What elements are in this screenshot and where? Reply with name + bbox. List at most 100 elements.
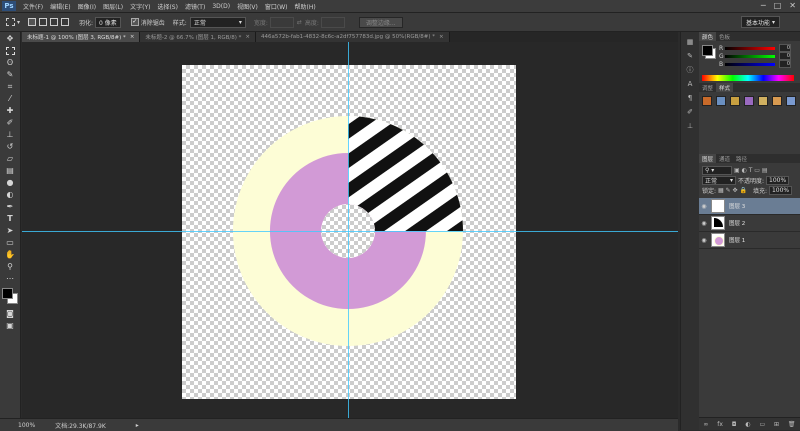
- layer-name[interactable]: 图层 3: [729, 202, 745, 210]
- adjustment-layer-icon[interactable]: ◐: [745, 421, 750, 428]
- group-icon[interactable]: ▭: [759, 421, 765, 428]
- horizontal-guide[interactable]: [22, 231, 678, 232]
- tab-channels[interactable]: 通道: [716, 154, 733, 163]
- opacity-input[interactable]: 100%: [766, 175, 790, 185]
- filter-icons[interactable]: ▣ ◐ T ▭ ▤: [734, 167, 768, 174]
- quick-select-icon[interactable]: ✎: [3, 69, 17, 80]
- path-select-icon[interactable]: ➤: [3, 225, 17, 236]
- tab-swatches[interactable]: 色板: [716, 32, 733, 41]
- add-selection-icon[interactable]: [39, 18, 48, 26]
- new-selection-icon[interactable]: [28, 18, 37, 26]
- g-slider[interactable]: [725, 54, 775, 58]
- close-icon[interactable]: ×: [439, 34, 444, 40]
- mask-icon[interactable]: ◘: [732, 421, 737, 428]
- tab-color[interactable]: 颜色: [699, 32, 717, 41]
- tab-styles[interactable]: 样式: [716, 83, 734, 92]
- eyedropper-icon[interactable]: ⁄: [3, 93, 17, 104]
- g-value[interactable]: 0: [779, 52, 791, 60]
- close-button[interactable]: ✕: [789, 1, 796, 10]
- subtract-selection-icon[interactable]: [50, 18, 59, 26]
- layer-filter-select[interactable]: ⚲ ▾: [702, 165, 732, 175]
- tab-document-3[interactable]: 446a572b-fab1-4832-8c6c-a2df757783d.jpg …: [255, 32, 450, 42]
- eye-icon[interactable]: ◉: [699, 237, 709, 244]
- minimize-button[interactable]: ─: [761, 1, 766, 10]
- width-input[interactable]: [269, 16, 294, 28]
- style-select[interactable]: 正常 ▾: [189, 16, 246, 28]
- foreground-background-colors[interactable]: [2, 288, 18, 304]
- menu-type[interactable]: 文字(Y): [130, 2, 150, 11]
- layer-row[interactable]: ◉ 图层 3: [699, 198, 800, 215]
- history-panel-icon[interactable]: ▦: [685, 38, 695, 46]
- menu-filter[interactable]: 滤镜(T): [185, 2, 205, 11]
- menu-window[interactable]: 窗口(W): [265, 2, 288, 11]
- new-layer-icon[interactable]: ⊞: [774, 421, 779, 428]
- menu-view[interactable]: 视图(V): [237, 2, 258, 11]
- fill-input[interactable]: 100%: [768, 185, 793, 195]
- screen-mode-icon[interactable]: ▣: [3, 320, 17, 331]
- move-icon[interactable]: ✥: [3, 33, 17, 44]
- style-swatch[interactable]: [729, 96, 740, 106]
- character-panel-icon[interactable]: A: [685, 80, 695, 88]
- tab-layers[interactable]: 图层: [699, 154, 717, 163]
- tab-document-1[interactable]: 未标题-1 @ 100% (图层 3, RGB/8#) * ×: [22, 32, 141, 42]
- gradient-icon[interactable]: ▤: [3, 165, 17, 176]
- tab-document-2[interactable]: 未标题-2 @ 66.7% (图层 1, RGB/8) * ×: [140, 32, 256, 42]
- clone-source-panel-icon[interactable]: ⊥: [685, 122, 695, 130]
- b-value[interactable]: 0: [779, 60, 791, 68]
- zoom-icon[interactable]: ⚲: [3, 261, 17, 272]
- style-swatch[interactable]: [702, 96, 712, 106]
- spectrum-bar[interactable]: [702, 75, 794, 81]
- foreground-color-chip[interactable]: [702, 45, 713, 56]
- tab-paths[interactable]: 路径: [733, 154, 750, 163]
- layer-row[interactable]: ◉ 图层 1: [699, 232, 800, 249]
- fx-icon[interactable]: fx: [717, 421, 723, 428]
- b-slider[interactable]: [725, 62, 775, 66]
- intersect-selection-icon[interactable]: [61, 18, 70, 26]
- marquee-icon[interactable]: [3, 45, 17, 56]
- lasso-icon[interactable]: ʘ: [3, 57, 17, 68]
- history-brush-icon[interactable]: ↺: [3, 141, 17, 152]
- dodge-icon[interactable]: ◐: [3, 189, 17, 200]
- menu-help[interactable]: 帮助(H): [295, 2, 316, 11]
- status-menu-arrow-icon[interactable]: ▸: [136, 422, 139, 429]
- fg-bg-color-chips[interactable]: [702, 45, 716, 59]
- style-swatch[interactable]: [785, 96, 796, 106]
- zoom-level[interactable]: 100%: [18, 422, 35, 429]
- quick-mask-icon[interactable]: ◙: [3, 308, 17, 319]
- brush-panel-icon[interactable]: ✐: [685, 108, 695, 116]
- close-icon[interactable]: ×: [245, 34, 250, 40]
- menu-edit[interactable]: 编辑(E): [50, 2, 70, 11]
- tab-adjustments[interactable]: 调整: [699, 83, 716, 92]
- properties-panel-icon[interactable]: ✎: [685, 52, 695, 60]
- menu-image[interactable]: 图像(I): [78, 2, 96, 11]
- brush-icon[interactable]: ✐: [3, 117, 17, 128]
- height-input[interactable]: [320, 16, 345, 28]
- foreground-color-swatch[interactable]: [2, 288, 13, 299]
- menu-layer[interactable]: 图层(L): [103, 2, 123, 11]
- paragraph-panel-icon[interactable]: ¶: [685, 94, 695, 102]
- layer-row[interactable]: ◉ 图层 2: [699, 215, 800, 232]
- lock-icons[interactable]: ▦ ✎ ✥ 🔒: [718, 187, 747, 194]
- menu-file[interactable]: 文件(F): [23, 2, 43, 11]
- layer-name[interactable]: 图层 1: [729, 236, 745, 244]
- info-panel-icon[interactable]: ⓘ: [685, 66, 695, 74]
- trash-icon[interactable]: 🗑: [788, 421, 796, 428]
- eye-icon[interactable]: ◉: [699, 203, 709, 210]
- close-icon[interactable]: ×: [130, 34, 135, 40]
- rectangle-icon[interactable]: ▭: [3, 237, 17, 248]
- swap-icon[interactable]: ⇄: [297, 19, 302, 26]
- link-layers-icon[interactable]: ∞: [703, 421, 708, 428]
- crop-icon[interactable]: ⌗: [3, 81, 17, 92]
- feather-input[interactable]: 0 像素: [95, 16, 121, 28]
- eraser-icon[interactable]: ▱: [3, 153, 17, 164]
- workspace-switcher[interactable]: 基本功能 ▾: [740, 16, 780, 28]
- style-swatch[interactable]: [771, 96, 782, 106]
- healing-icon[interactable]: ✚: [3, 105, 17, 116]
- r-slider[interactable]: [725, 46, 775, 50]
- maximize-button[interactable]: □: [774, 1, 782, 10]
- antialias-checkbox[interactable]: ✓: [130, 18, 139, 26]
- vertical-guide[interactable]: [348, 42, 349, 418]
- tool-preset-picker[interactable]: ▾: [6, 16, 20, 28]
- document-canvas[interactable]: [182, 65, 516, 399]
- menu-select[interactable]: 选择(S): [157, 2, 178, 11]
